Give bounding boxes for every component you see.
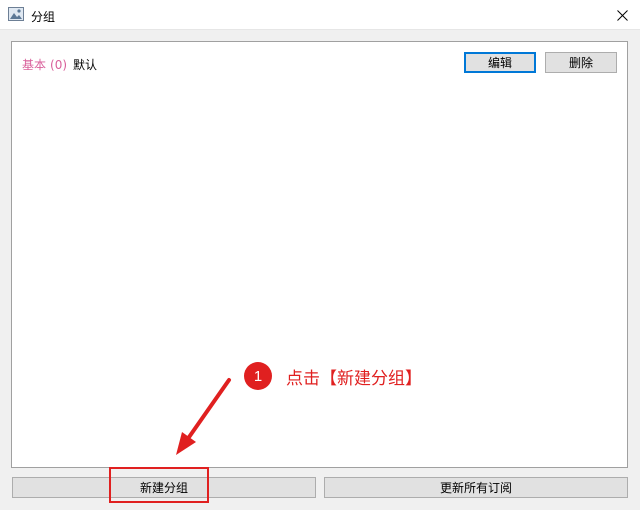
app-icon: [8, 7, 24, 21]
group-name: 基本: [22, 58, 47, 72]
close-icon: [616, 9, 628, 21]
group-list-panel: 基本 (0) 默认 编辑 删除: [11, 41, 628, 468]
default-tag: 默认: [73, 58, 98, 72]
edit-button[interactable]: 编辑: [464, 52, 536, 73]
step-number-badge: 1: [244, 362, 272, 390]
new-group-button[interactable]: 新建分组: [12, 477, 316, 498]
group-count: (0): [50, 58, 68, 72]
group-list-item[interactable]: 基本 (0) 默认: [22, 56, 97, 73]
delete-button[interactable]: 删除: [545, 52, 617, 73]
close-button[interactable]: [604, 0, 640, 30]
title-bar: 分组: [0, 0, 640, 30]
step-instruction: 点击【新建分组】: [286, 369, 422, 389]
update-all-subscriptions-button[interactable]: 更新所有订阅: [324, 477, 628, 498]
window-title: 分组: [31, 10, 56, 24]
